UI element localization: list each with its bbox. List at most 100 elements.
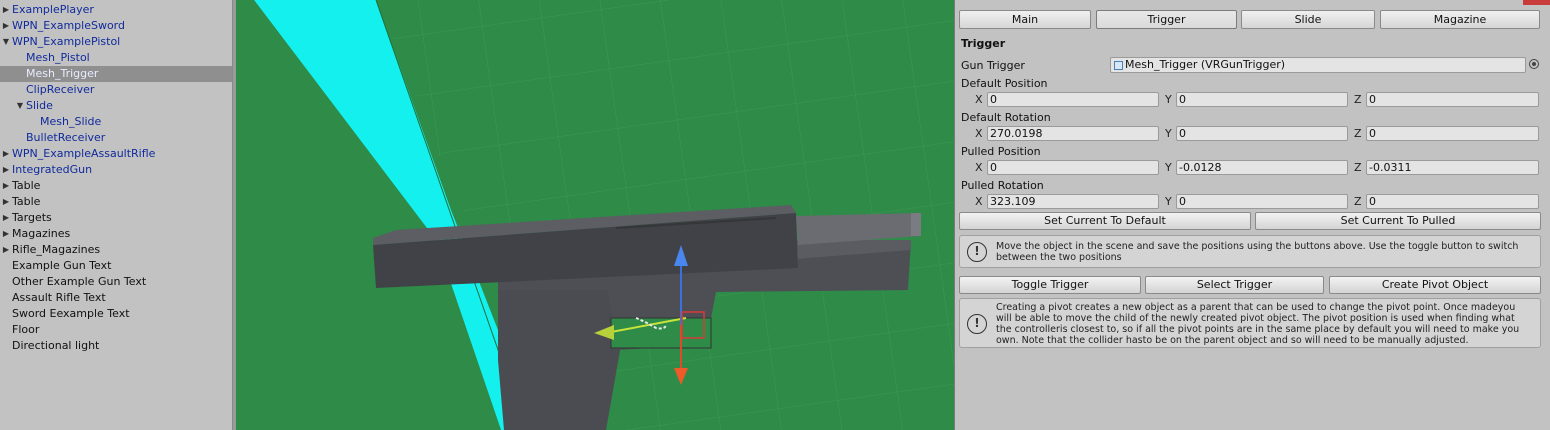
toggle-trigger-button[interactable]: Toggle Trigger xyxy=(959,276,1141,294)
hierarchy-item-label: Mesh_Pistol xyxy=(26,51,90,64)
hierarchy-item[interactable]: ▶ WPN_ExampleSword xyxy=(0,18,232,34)
hierarchy-item[interactable]: ▶ ExamplePlayer xyxy=(0,2,232,18)
vector-label: Default Rotation xyxy=(961,111,1051,124)
hierarchy-item[interactable]: ▶ Magazines xyxy=(0,226,232,242)
axis-label-z: Z xyxy=(1354,195,1362,208)
inspector-panel: Main Trigger Slide Magazine Trigger Gun … xyxy=(954,0,1550,430)
help-text-pivot: Creating a pivot creates a new object as… xyxy=(996,302,1520,346)
axis-label-x: X xyxy=(975,161,983,174)
expand-arrow-icon[interactable]: ▶ xyxy=(1,194,11,210)
axis-label-y: Y xyxy=(1165,161,1172,174)
hierarchy-item[interactable]: Mesh_Trigger xyxy=(0,66,232,82)
hierarchy-item[interactable]: Mesh_Slide xyxy=(0,114,232,130)
hierarchy-item[interactable]: Directional light xyxy=(0,338,232,354)
vector-y-field[interactable]: 0 xyxy=(1176,92,1348,107)
hierarchy-item-label: Rifle_Magazines xyxy=(12,243,101,256)
expand-arrow-icon[interactable]: ▶ xyxy=(1,18,11,34)
hierarchy-item-label: WPN_ExampleSword xyxy=(12,19,125,32)
vector-x-field[interactable]: 270.0198 xyxy=(987,126,1159,141)
vector-label: Pulled Rotation xyxy=(961,179,1044,192)
expand-arrow-icon[interactable]: ▶ xyxy=(1,242,11,258)
hierarchy-item[interactable]: ▼ WPN_ExamplePistol xyxy=(0,34,232,50)
expand-arrow-icon[interactable]: ▶ xyxy=(1,226,11,242)
hierarchy-item[interactable]: ▶ WPN_ExampleAssaultRifle xyxy=(0,146,232,162)
hierarchy-item-label: IntegratedGun xyxy=(12,163,93,176)
gun-barrel-end xyxy=(911,213,921,236)
hierarchy-item-label: Slide xyxy=(26,99,53,112)
vector-z-field[interactable]: 0 xyxy=(1366,194,1539,209)
vector-y-field[interactable]: 0 xyxy=(1176,194,1348,209)
axis-label-z: Z xyxy=(1354,161,1362,174)
hierarchy-item[interactable]: ▶ IntegratedGun xyxy=(0,162,232,178)
hierarchy-item-label: WPN_ExamplePistol xyxy=(12,35,121,48)
hierarchy-item[interactable]: ▶ Targets xyxy=(0,210,232,226)
hierarchy-item-label: Other Example Gun Text xyxy=(12,275,147,288)
hierarchy-item-label: Table xyxy=(12,179,41,192)
hierarchy-item[interactable]: Assault Rifle Text xyxy=(0,290,232,306)
vector-z-field[interactable]: -0.0311 xyxy=(1366,160,1539,175)
hierarchy-item[interactable]: ClipReceiver xyxy=(0,82,232,98)
expand-arrow-icon[interactable]: ▶ xyxy=(1,162,11,178)
hierarchy-item-label: Table xyxy=(12,195,41,208)
hierarchy-item-label: Sword Eexample Text xyxy=(12,307,130,320)
collapse-arrow-icon[interactable]: ▼ xyxy=(15,98,25,114)
hierarchy-item[interactable]: Floor xyxy=(0,322,232,338)
hierarchy-item[interactable]: ▼ Slide xyxy=(0,98,232,114)
set-pulled-button[interactable]: Set Current To Pulled xyxy=(1255,212,1541,230)
axis-label-x: X xyxy=(975,127,983,140)
hierarchy-item[interactable]: Mesh_Pistol xyxy=(0,50,232,66)
vector-x-field[interactable]: 0 xyxy=(987,160,1159,175)
tab-magazine[interactable]: Magazine xyxy=(1380,10,1540,29)
vector-z-field[interactable]: 0 xyxy=(1366,126,1539,141)
hierarchy-item[interactable]: ▶ Table xyxy=(0,194,232,210)
hierarchy-item[interactable]: ▶ Rifle_Magazines xyxy=(0,242,232,258)
vector-y-field[interactable]: 0 xyxy=(1176,126,1348,141)
hierarchy-item[interactable]: Sword Eexample Text xyxy=(0,306,232,322)
scene-canvas[interactable] xyxy=(236,0,954,430)
gun-trigger-field[interactable]: Mesh_Trigger (VRGunTrigger) xyxy=(1110,57,1526,73)
hierarchy-item-label: ClipReceiver xyxy=(26,83,95,96)
hierarchy-item-label: Magazines xyxy=(12,227,71,240)
vector-z-field[interactable]: 0 xyxy=(1366,92,1539,107)
axis-label-x: X xyxy=(975,195,983,208)
set-default-button[interactable]: Set Current To Default xyxy=(959,212,1251,230)
vector-label: Pulled Position xyxy=(961,145,1041,158)
help-box-pivot: ! Creating a pivot creates a new object … xyxy=(959,298,1541,348)
hierarchy-item[interactable]: ▶ Table xyxy=(0,178,232,194)
hierarchy-item[interactable]: BulletReceiver xyxy=(0,130,232,146)
vector-x-field[interactable]: 323.109 xyxy=(987,194,1159,209)
hierarchy-item[interactable]: Other Example Gun Text xyxy=(0,274,232,290)
gun-grip xyxy=(498,285,621,430)
expand-arrow-icon[interactable]: ▶ xyxy=(1,210,11,226)
tab-slide[interactable]: Slide xyxy=(1241,10,1375,29)
tab-main[interactable]: Main xyxy=(959,10,1091,29)
hierarchy-item[interactable]: Example Gun Text xyxy=(0,258,232,274)
help-box-positions: ! Move the object in the scene and save … xyxy=(959,235,1541,268)
hierarchy-item-label: Targets xyxy=(12,211,52,224)
create-pivot-button[interactable]: Create Pivot Object xyxy=(1329,276,1541,294)
tab-trigger[interactable]: Trigger xyxy=(1096,10,1237,29)
axis-label-x: X xyxy=(975,93,983,106)
collapse-arrow-icon[interactable]: ▼ xyxy=(1,34,11,50)
hierarchy-item-label: BulletReceiver xyxy=(26,131,106,144)
script-icon xyxy=(1114,61,1123,70)
gun-trigger-value: Mesh_Trigger (VRGunTrigger) xyxy=(1125,58,1286,71)
expand-arrow-icon[interactable]: ▶ xyxy=(1,146,11,162)
expand-arrow-icon[interactable]: ▶ xyxy=(1,178,11,194)
section-title: Trigger xyxy=(961,37,1006,50)
expand-arrow-icon[interactable]: ▶ xyxy=(1,2,11,18)
select-trigger-button[interactable]: Select Trigger xyxy=(1145,276,1324,294)
scene-view[interactable] xyxy=(236,0,954,430)
vector-label: Default Position xyxy=(961,77,1048,90)
hierarchy-item-label: Example Gun Text xyxy=(12,259,112,272)
help-text-positions: Move the object in the scene and save th… xyxy=(996,241,1519,263)
vector-y-field[interactable]: -0.0128 xyxy=(1176,160,1348,175)
axis-label-y: Y xyxy=(1165,127,1172,140)
gun-trigger-label: Gun Trigger xyxy=(961,59,1025,72)
window-close-hint[interactable] xyxy=(1523,0,1550,5)
hierarchy-panel[interactable]: ▶ ExamplePlayer ▶ WPN_ExampleSword ▼ WPN_Exam… xyxy=(0,0,233,430)
hierarchy-item-label: Floor xyxy=(12,323,40,336)
object-picker-icon[interactable] xyxy=(1529,59,1539,69)
vector-x-field[interactable]: 0 xyxy=(987,92,1159,107)
info-icon: ! xyxy=(967,314,987,334)
